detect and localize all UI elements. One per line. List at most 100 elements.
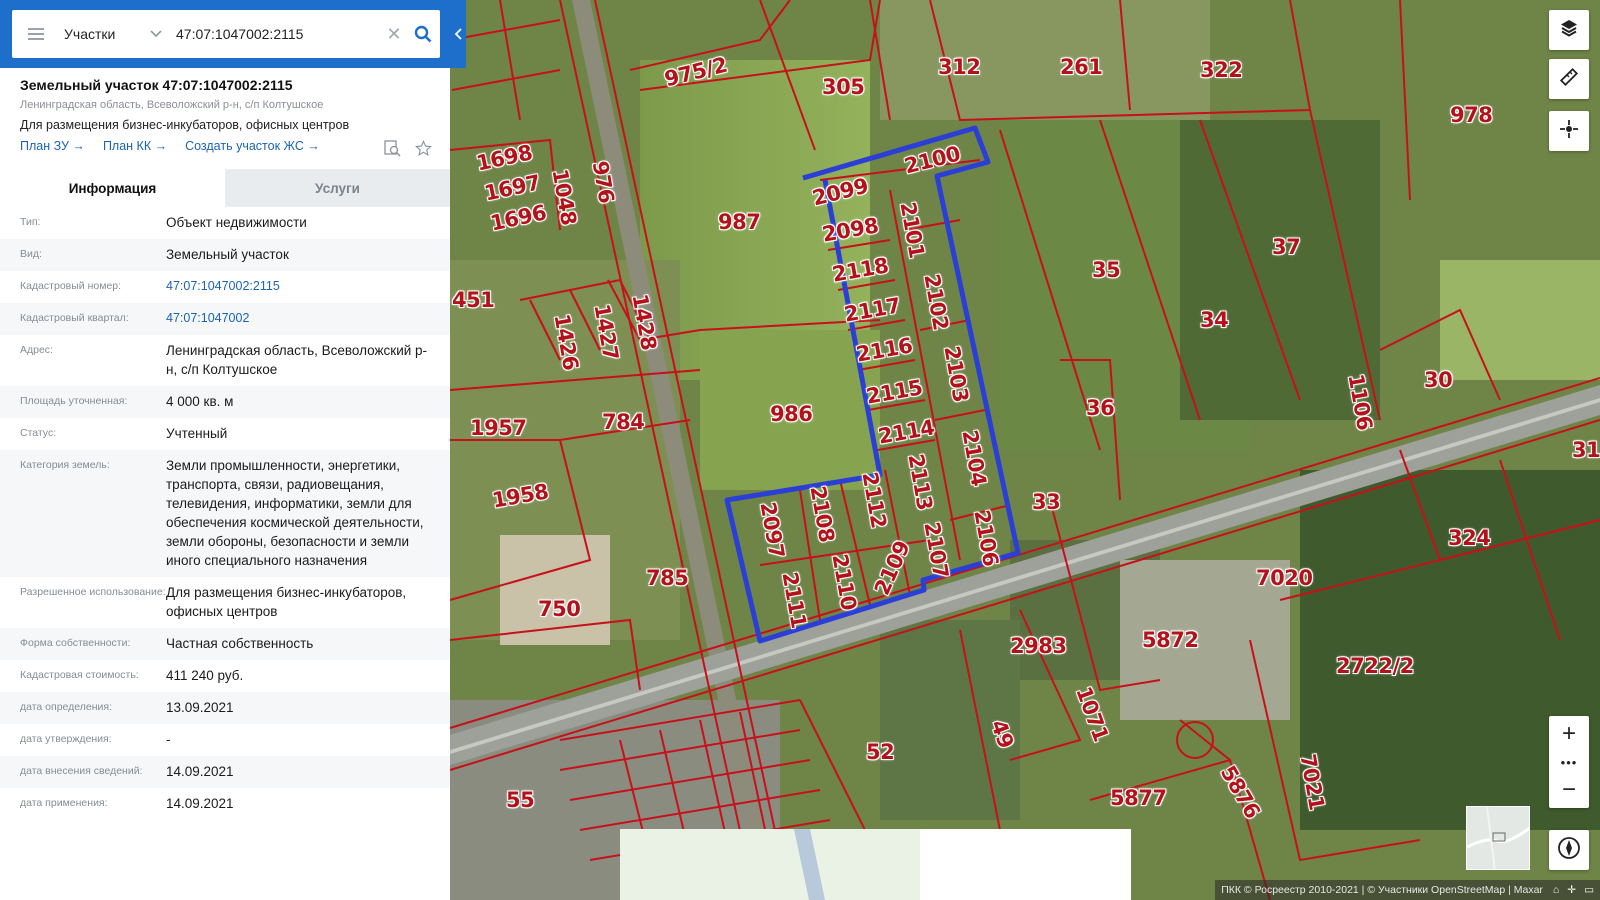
create-plot-link[interactable]: Создать участок ЖС →	[185, 139, 320, 153]
info-key: Тип:	[20, 216, 41, 228]
search-bar: Участки ✕	[0, 0, 466, 68]
parcel-label[interactable]: 7020	[1256, 566, 1313, 590]
parcel-label[interactable]: 261	[1060, 55, 1103, 79]
info-table: Тип: Объект недвижимости Вид: Земельный уч…	[0, 207, 450, 820]
crosshair-icon[interactable]: ✛	[1567, 884, 1576, 896]
parcel-label[interactable]: 324	[1448, 526, 1491, 550]
parcel-label[interactable]: 1957	[470, 416, 527, 440]
find-on-map-icon[interactable]	[384, 140, 401, 162]
info-value: Частная собственность	[166, 636, 314, 651]
info-row: Разрешенное использование: Для размещения…	[0, 577, 450, 628]
tab-information[interactable]: Информация	[0, 169, 225, 207]
chevron-down-icon	[150, 27, 162, 41]
fullscreen-icon[interactable]: ▭	[1584, 884, 1594, 896]
layers-button[interactable]	[1549, 10, 1589, 50]
search-type-select[interactable]: Участки	[60, 10, 170, 58]
info-value: 14.09.2021	[166, 796, 234, 811]
info-row: Тип: Объект недвижимости	[0, 207, 450, 239]
plot-use: Для размещения бизнес-инкубаторов, офисн…	[20, 118, 350, 132]
ruler-button[interactable]	[1549, 59, 1589, 99]
info-key: Форма собственности:	[20, 637, 131, 649]
parcel-label[interactable]: 2722/2	[1336, 654, 1414, 678]
info-value: Ленинградская область, Всеволожский р-н,…	[166, 343, 428, 377]
home-icon[interactable]: ⌂	[1553, 884, 1559, 896]
menu-icon[interactable]	[12, 10, 60, 58]
parcel-label[interactable]: 750	[538, 597, 581, 621]
parcel-label[interactable]: 986	[770, 402, 813, 426]
compass-button[interactable]	[1549, 830, 1589, 870]
locate-button[interactable]	[1549, 111, 1589, 151]
plot-address: Ленинградская область, Всеволожский р-н,…	[20, 99, 324, 111]
parcel-label[interactable]: 312	[938, 55, 981, 79]
parcel-label[interactable]: 31	[1572, 438, 1600, 462]
parcel-label[interactable]: 305	[822, 75, 865, 99]
info-key: Разрешенное использование:	[20, 586, 166, 598]
parcel-label[interactable]: 451	[452, 288, 495, 312]
info-key: Кадастровый квартал:	[20, 312, 129, 324]
compass-icon	[1557, 836, 1581, 865]
parcel-label[interactable]: 36	[1086, 396, 1115, 420]
parcel-label[interactable]: 5877	[1110, 786, 1167, 810]
clear-icon[interactable]: ✕	[382, 24, 406, 45]
info-key: дата применения:	[20, 797, 108, 809]
parcel-label[interactable]: 30	[1424, 368, 1453, 392]
info-row: дата утверждения: -	[0, 724, 450, 756]
info-row: Форма собственности: Частная собственност…	[0, 628, 450, 660]
parcel-label[interactable]: 55	[506, 788, 535, 812]
plan-kk-link[interactable]: План КК →	[103, 139, 167, 153]
cadastral-number-link[interactable]: 47:07:1047002:2115	[166, 271, 430, 303]
plan-zu-link[interactable]: План ЗУ →	[20, 139, 85, 153]
info-key: Категория земель:	[20, 459, 110, 471]
info-value: Объект недвижимости	[166, 215, 307, 230]
zoom-in-icon[interactable]: +	[1549, 716, 1589, 752]
info-row: Категория земель: Земли промышленности, э…	[0, 450, 450, 577]
cadastral-quarter-link[interactable]: 47:07:1047002	[166, 303, 430, 335]
search-box: Участки ✕	[12, 10, 440, 58]
search-input[interactable]	[170, 10, 382, 58]
zoom-control: + ••• −	[1549, 716, 1589, 808]
info-value: Учтенный	[166, 426, 228, 441]
panel-tabs: Информация Услуги	[0, 169, 450, 207]
parcel-label[interactable]: 978	[1450, 103, 1493, 127]
parcel-label[interactable]: 52	[866, 740, 895, 764]
parcel-label[interactable]: 784	[602, 410, 645, 434]
info-value: 411 240 руб.	[166, 668, 244, 683]
info-value: 14.09.2021	[166, 764, 234, 779]
info-value: Земли промышленности, энергетики, трансп…	[166, 458, 424, 568]
info-key: Вид:	[20, 248, 42, 260]
info-row: Кадастровый номер: 47:07:1047002:2115	[0, 271, 450, 303]
info-row: Площадь уточненная: 4 000 кв. м	[0, 386, 450, 418]
info-key: Адрес:	[20, 344, 53, 356]
tab-services[interactable]: Услуги	[225, 169, 450, 207]
info-key: дата утверждения:	[20, 733, 112, 745]
info-row: Кадастровая стоимость: 411 240 руб.	[0, 660, 450, 692]
parcel-label[interactable]: 2983	[1010, 634, 1067, 658]
star-icon[interactable]	[415, 140, 432, 162]
search-type-label: Участки	[64, 26, 116, 42]
ruler-icon	[1559, 67, 1579, 92]
search-icon[interactable]	[406, 10, 440, 58]
info-key: Статус:	[20, 427, 57, 439]
unloaded-tile-area	[620, 829, 1131, 900]
parcel-label[interactable]: 785	[646, 566, 689, 590]
parcel-label[interactable]: 5872	[1142, 628, 1199, 652]
info-key: дата определения:	[20, 701, 113, 713]
parcel-label[interactable]: 322	[1200, 58, 1243, 82]
info-row: Адрес: Ленинградская область, Всеволожски…	[0, 335, 450, 386]
plot-title: Земельный участок 47:07:1047002:2115	[20, 77, 293, 93]
parcel-label[interactable]: 37	[1272, 235, 1301, 259]
plot-header: Земельный участок 47:07:1047002:2115 Лен…	[0, 68, 450, 157]
parcel-label[interactable]: 35	[1092, 258, 1121, 282]
parcel-label[interactable]: 33	[1032, 490, 1061, 514]
minimap[interactable]	[1466, 806, 1530, 870]
parcel-label[interactable]: 987	[718, 210, 761, 234]
attribution-text: ПКК © Росреестр 2010-2021 | © Участники …	[1221, 884, 1543, 896]
zoom-out-icon[interactable]: −	[1549, 772, 1589, 808]
collapse-arrow-icon[interactable]	[450, 12, 466, 56]
info-value: 4 000 кв. м	[166, 394, 234, 409]
info-row: дата применения: 14.09.2021	[0, 788, 450, 820]
info-value: -	[166, 732, 171, 747]
info-panel: Участки ✕ Земельный участок 47:07:104700…	[0, 0, 466, 900]
parcel-label[interactable]: 34	[1200, 308, 1229, 332]
plot-links: План ЗУ → План КК → Создать участок ЖС →	[20, 139, 430, 153]
